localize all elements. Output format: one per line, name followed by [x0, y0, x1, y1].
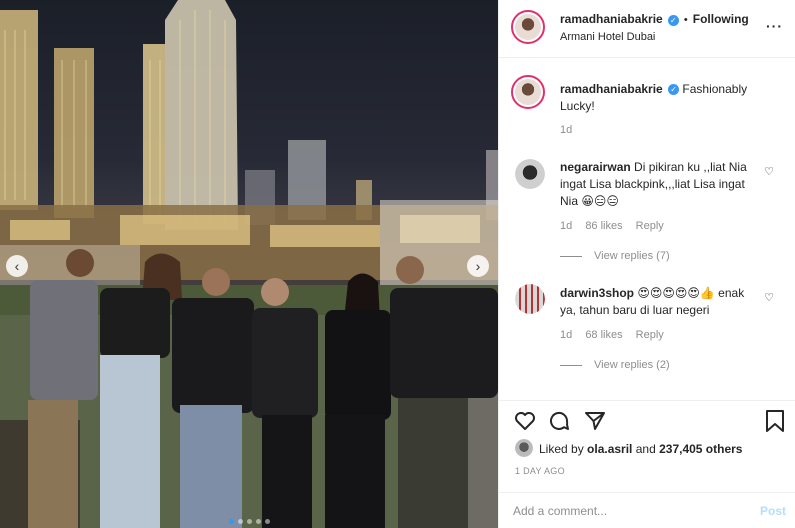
liker-avatar[interactable] [515, 439, 533, 457]
post-location[interactable]: Armani Hotel Dubai [560, 31, 655, 43]
comment-icon[interactable] [547, 409, 571, 433]
post-photo[interactable]: ‹ › [0, 0, 498, 528]
liker-username[interactable]: ola.asril [587, 442, 632, 456]
caption-username[interactable]: ramadhaniabakrie [560, 82, 663, 96]
likes-middle: and [632, 442, 660, 456]
following-button[interactable]: Following [693, 12, 749, 26]
bookmark-icon[interactable] [764, 409, 786, 433]
comment-age: 1d [560, 329, 573, 341]
carousel-dot [237, 519, 243, 524]
comment-username[interactable]: negarairwan [560, 160, 631, 174]
heart-icon[interactable] [513, 409, 537, 433]
author-avatar[interactable] [511, 75, 545, 109]
verified-badge-icon: ✓ [668, 84, 680, 96]
more-options-icon[interactable]: ··· [766, 18, 783, 34]
carousel-dot [246, 519, 252, 524]
photo-scene [0, 0, 498, 528]
share-icon[interactable] [583, 409, 607, 433]
post-timestamp: 1 DAY AGO [515, 466, 565, 476]
caption-age: 1d [560, 124, 573, 136]
commenter-avatar[interactable] [515, 284, 545, 314]
post-comment-button[interactable]: Post [760, 504, 786, 518]
view-replies-button[interactable]: View replies (2) [560, 359, 670, 371]
post-actions: Liked by ola.asril and 237,405 others 1 … [499, 400, 795, 490]
post-header: ramadhaniabakrie ✓ • Following Armani Ho… [499, 0, 795, 58]
reply-button[interactable]: Reply [636, 220, 664, 232]
view-replies-label: View replies (2) [594, 359, 670, 371]
carousel-prev-button[interactable]: ‹ [6, 255, 28, 277]
carousel-indicator [0, 519, 498, 524]
add-comment-bar: Post [499, 492, 795, 528]
comment-like-icon[interactable]: ♡ [764, 291, 774, 304]
view-replies-label: View replies (7) [594, 250, 670, 262]
view-replies-line [560, 255, 582, 257]
commenter-avatar[interactable] [515, 159, 545, 189]
comment-likes[interactable]: 86 likes [585, 220, 622, 232]
author-username[interactable]: ramadhaniabakrie [560, 12, 663, 26]
carousel-next-button[interactable]: › [467, 255, 489, 277]
carousel-dot [228, 519, 234, 524]
separator-dot: • [683, 14, 688, 26]
author-avatar[interactable] [511, 10, 545, 44]
reply-button[interactable]: Reply [636, 329, 664, 341]
carousel-dot [255, 519, 261, 524]
likes-prefix: Liked by [539, 442, 588, 456]
comment-age: 1d [560, 220, 573, 232]
post-side-panel: ramadhaniabakrie ✓ • Following Armani Ho… [498, 0, 795, 528]
likes-summary[interactable]: Liked by ola.asril and 237,405 others [539, 442, 742, 456]
view-replies-line [560, 364, 582, 366]
comment-likes[interactable]: 68 likes [585, 329, 622, 341]
verified-badge-icon: ✓ [667, 14, 679, 26]
carousel-dot [264, 519, 270, 524]
view-replies-button[interactable]: View replies (7) [560, 250, 670, 262]
comment-username[interactable]: darwin3shop [560, 286, 634, 300]
comments-list[interactable]: ramadhaniabakrie ✓ Fashionably Lucky! 1d… [499, 59, 795, 399]
likes-count[interactable]: 237,405 others [659, 442, 742, 456]
comment-input[interactable] [513, 502, 743, 520]
comment-like-icon[interactable]: ♡ [764, 165, 774, 178]
